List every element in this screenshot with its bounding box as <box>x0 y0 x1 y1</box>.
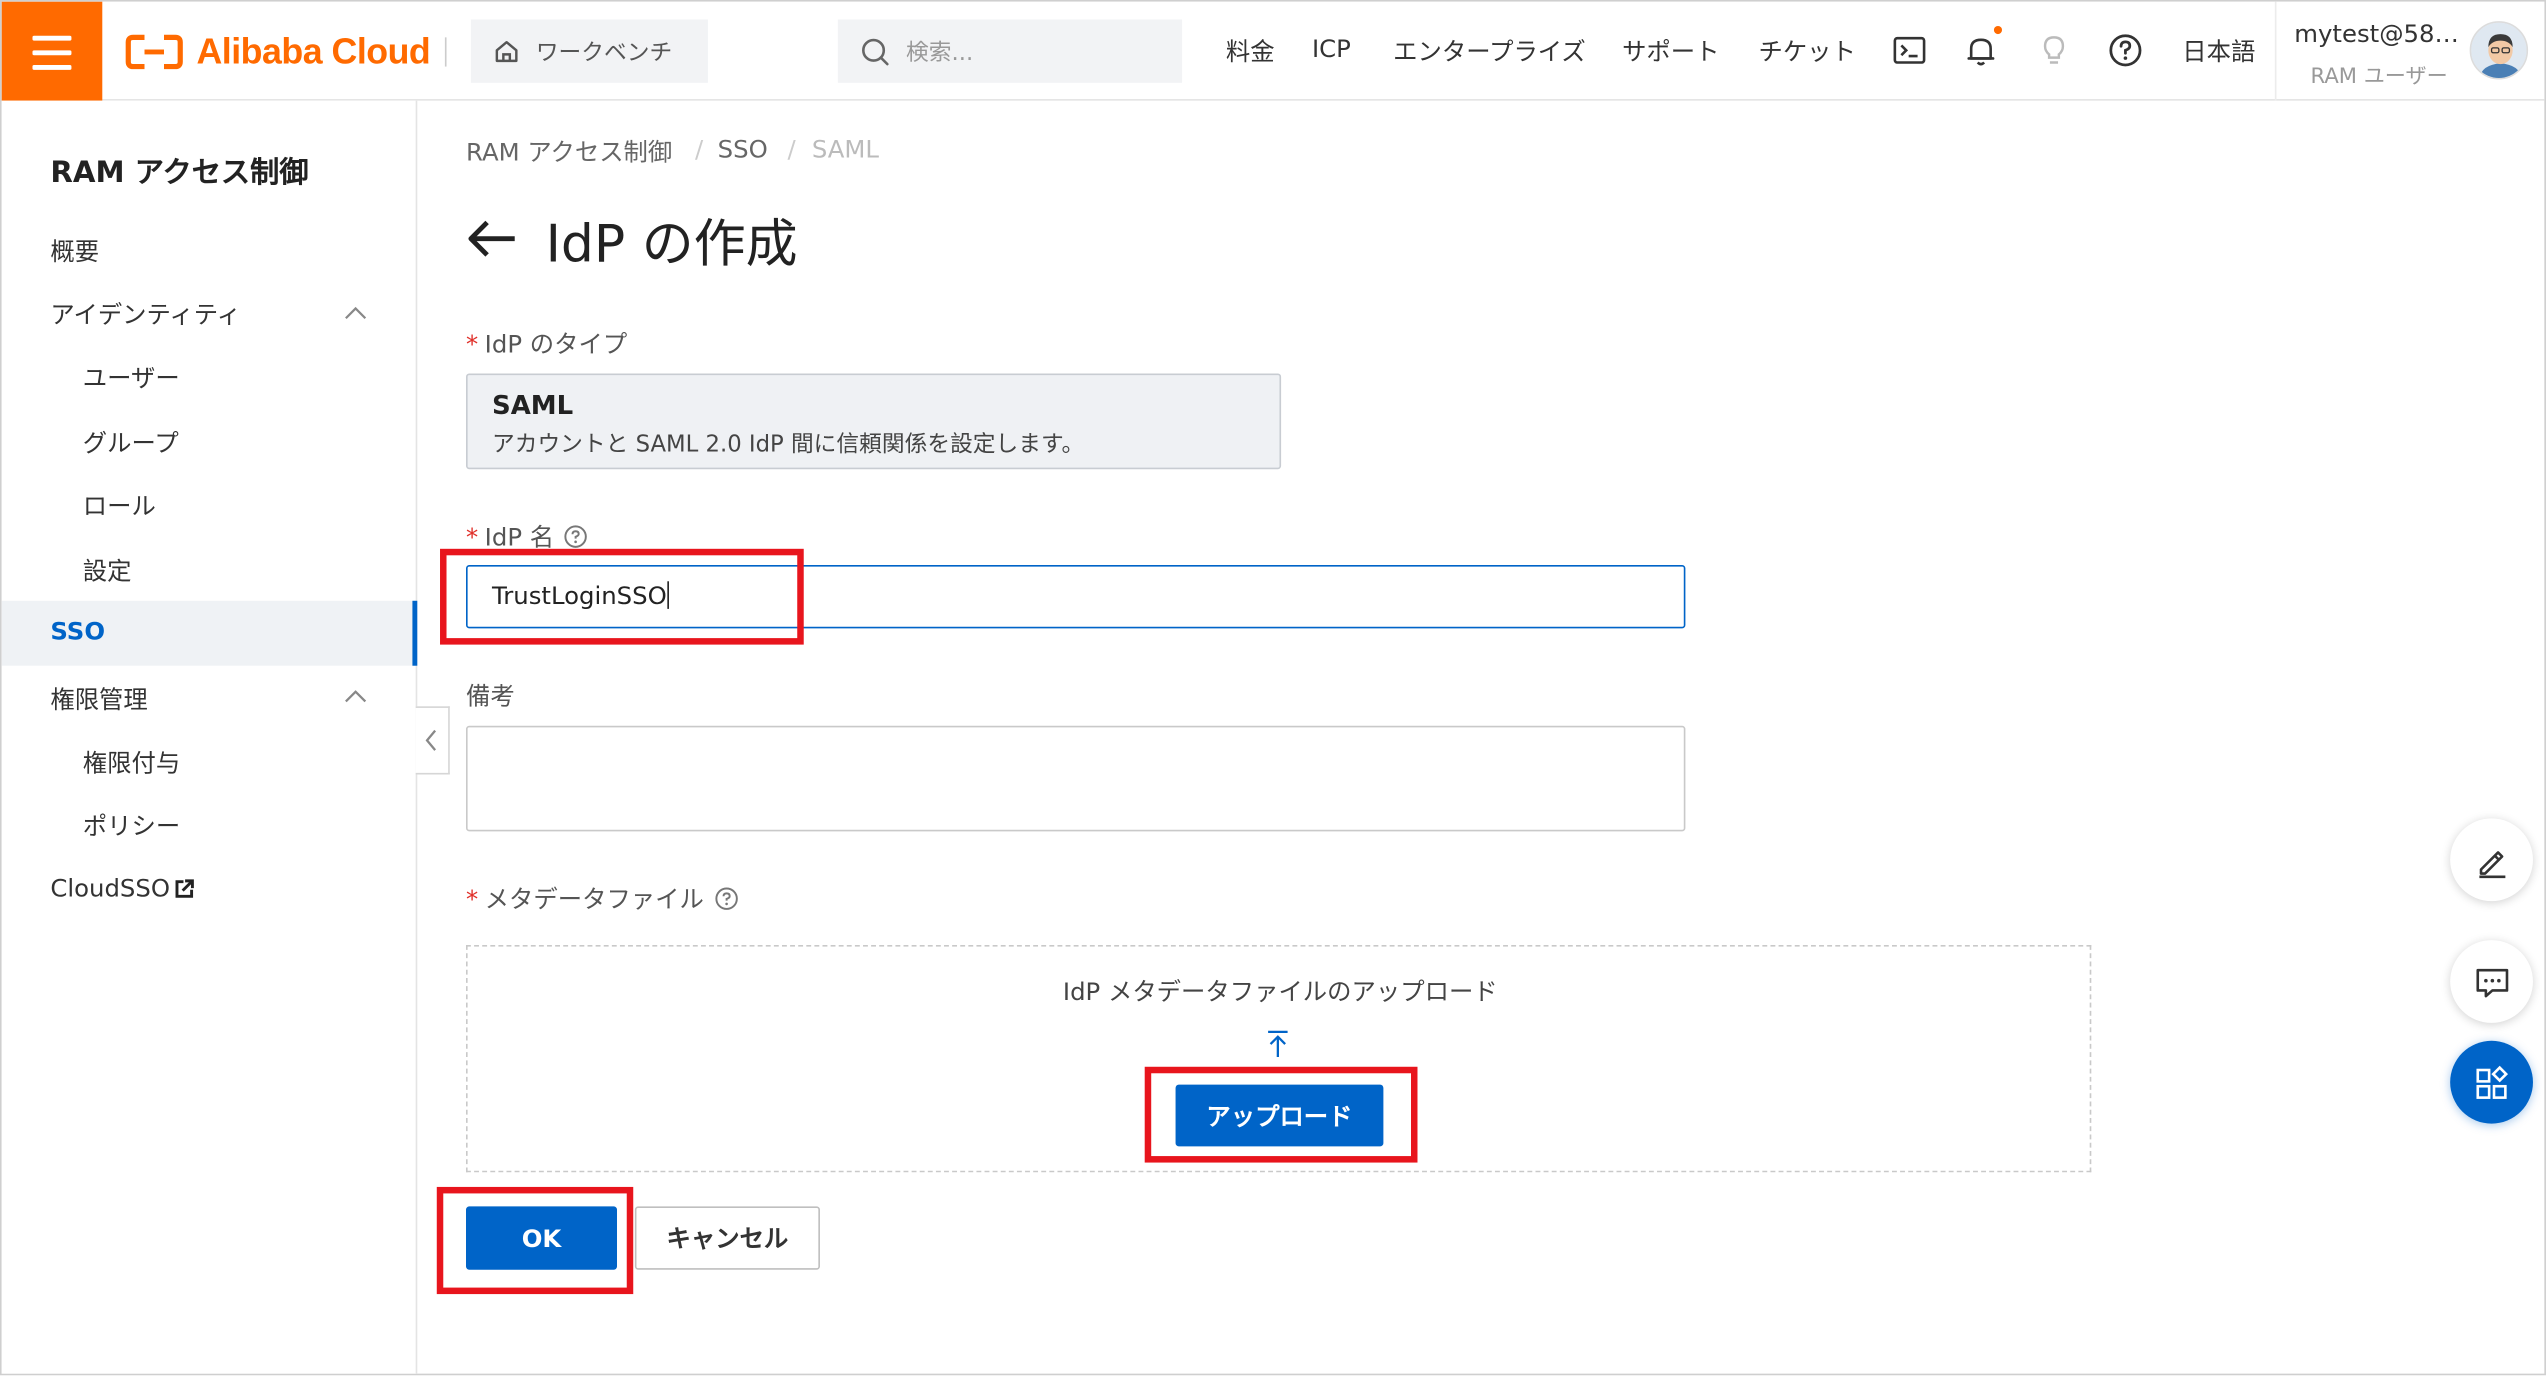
sidebar-item-cloudsso[interactable]: CloudSSO <box>50 874 194 903</box>
divider <box>2274 1 2277 101</box>
help-circle-icon[interactable] <box>714 887 738 911</box>
home-icon <box>495 40 518 63</box>
bell-icon[interactable] <box>1961 31 2000 70</box>
app-window: Alibaba Cloud ワークベンチ 検索... 料金 ICP エンタープラ… <box>0 0 2546 1376</box>
sidebar-item-settings[interactable]: 設定 <box>83 554 132 588</box>
chat-icon <box>2475 968 2508 997</box>
metadata-file-label: * メタデータファイル <box>466 882 738 916</box>
pencil-icon <box>2478 850 2505 878</box>
terminal-icon[interactable] <box>1890 31 1929 70</box>
sidebar-item-sso[interactable]: SSO <box>1 600 418 666</box>
idp-type-name: SAML <box>491 389 574 421</box>
apps-icon <box>2475 1064 2508 1099</box>
required-marker: * <box>466 329 479 359</box>
sidebar: RAM アクセス制御 概要 アイデンティティ ユーザー グループ ロール 設定 … <box>1 100 418 1374</box>
user-name[interactable]: mytest@58… <box>2294 19 2459 48</box>
sidebar-item-groups[interactable]: グループ <box>83 425 179 459</box>
menu-icon <box>32 35 72 40</box>
nav-icp[interactable]: ICP <box>1312 34 1351 63</box>
breadcrumb-separator: / <box>694 134 704 164</box>
sidebar-item-grants[interactable]: 権限付与 <box>83 745 180 779</box>
highlight-box-idp-name <box>440 548 804 645</box>
page-title: IdP の作成 <box>545 212 798 275</box>
lightbulb-icon[interactable] <box>2034 31 2073 70</box>
menu-button[interactable] <box>1 1 103 101</box>
nav-support[interactable]: サポート <box>1622 34 1719 68</box>
notification-dot <box>1993 25 2003 35</box>
help-icon[interactable] <box>2106 31 2145 70</box>
back-arrow-icon[interactable] <box>466 218 518 260</box>
apps-button[interactable] <box>2450 1040 2533 1124</box>
search-placeholder: 検索... <box>906 39 974 66</box>
avatar-icon <box>2471 22 2527 78</box>
breadcrumb-sso[interactable]: SSO <box>718 135 768 164</box>
required-marker: * <box>466 884 479 915</box>
sidebar-item-users[interactable]: ユーザー <box>83 360 180 394</box>
sidebar-item-label: SSO <box>50 617 106 647</box>
sidebar-item-policies[interactable]: ポリシー <box>83 809 180 843</box>
sidebar-item-overview[interactable]: 概要 <box>50 234 99 268</box>
sidebar-title: RAM アクセス制御 <box>50 155 309 190</box>
help-circle-icon[interactable] <box>564 524 588 548</box>
active-indicator <box>412 600 418 666</box>
brand-name: Alibaba Cloud <box>196 30 431 72</box>
breadcrumb-separator: / <box>787 134 796 164</box>
chevron-left-icon <box>425 729 437 751</box>
breadcrumb-saml: SAML <box>811 134 880 164</box>
idp-type-card-saml[interactable]: SAML アカウントと SAML 2.0 IdP 間に信頼関係を設定します。 <box>466 373 1282 470</box>
chat-button[interactable] <box>2450 940 2533 1023</box>
sidebar-item-permission-management[interactable]: 権限管理 <box>50 682 147 716</box>
search-icon <box>862 37 889 65</box>
idp-type-label: * IdP のタイプ <box>466 329 628 359</box>
remarks-label: 備考 <box>466 681 515 712</box>
workbench-label: ワークベンチ <box>535 39 673 66</box>
alibaba-cloud-logo[interactable]: Alibaba Cloud <box>125 26 431 78</box>
sidebar-item-roles[interactable]: ロール <box>83 489 156 523</box>
nav-ticket[interactable]: チケット <box>1758 34 1855 68</box>
top-bar: Alibaba Cloud ワークベンチ 検索... 料金 ICP エンタープラ… <box>1 1 2545 101</box>
highlight-box-upload <box>1144 1066 1418 1163</box>
alibaba-logo-icon <box>125 34 183 70</box>
upload-title: IdP メタデータファイルのアップロード <box>1062 977 1498 1007</box>
external-link-icon <box>175 878 194 897</box>
chevron-up-icon[interactable] <box>344 690 367 703</box>
required-marker: * <box>466 522 479 553</box>
language-switch[interactable]: 日本語 <box>2182 34 2255 68</box>
user-role: RAM ユーザー <box>2310 64 2448 90</box>
remarks-field[interactable] <box>466 725 1686 832</box>
workbench-button[interactable]: ワークベンチ <box>470 19 708 83</box>
breadcrumb-ram[interactable]: RAM アクセス制御 <box>466 135 672 169</box>
collapse-sidebar-button[interactable] <box>415 706 450 775</box>
highlight-box-ok <box>436 1186 634 1295</box>
sidebar-item-identity[interactable]: アイデンティティ <box>50 297 241 331</box>
upload-arrow-icon <box>1268 1030 1288 1058</box>
nav-enterprise[interactable]: エンタープライズ <box>1393 34 1586 68</box>
avatar[interactable] <box>2469 21 2529 80</box>
search-input[interactable]: 検索... <box>837 19 1183 83</box>
cancel-button[interactable]: キャンセル <box>634 1206 820 1270</box>
nav-pricing[interactable]: 料金 <box>1226 34 1275 68</box>
chevron-up-icon[interactable] <box>344 306 367 320</box>
divider <box>444 37 447 67</box>
sidebar-item-label: CloudSSO <box>50 873 171 903</box>
feedback-edit-button[interactable] <box>2450 818 2533 902</box>
idp-type-description: アカウントと SAML 2.0 IdP 間に信頼関係を設定します。 <box>491 431 1085 458</box>
